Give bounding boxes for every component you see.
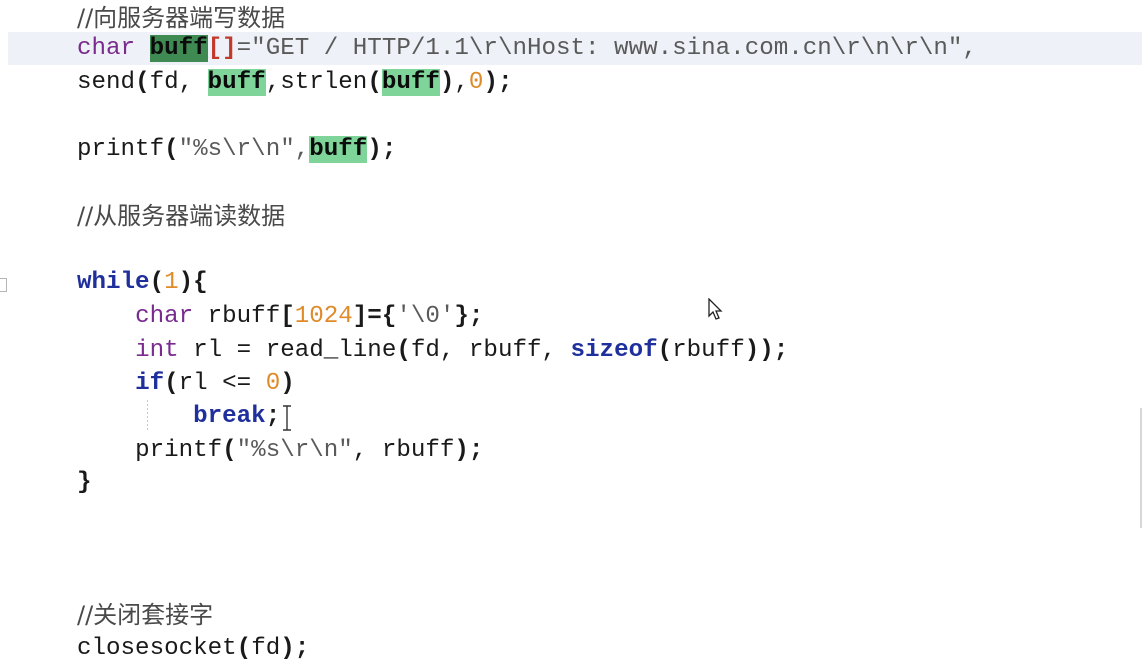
code-comment: //从服务器端读数据 [77, 202, 286, 230]
code-token: ( [236, 635, 252, 662]
code-comment: //关闭套接字 [77, 601, 214, 629]
code-token: '\0' [396, 303, 455, 330]
code-token: ="GET / HTTP/1.1\r\nHost: www.sina.com.c… [236, 35, 977, 62]
code-token: buff [149, 35, 208, 62]
code-token: , [454, 69, 469, 96]
code-token: ) [439, 69, 455, 96]
code-token: fd, rbuff, [410, 337, 571, 364]
code-token: ( [164, 136, 179, 163]
code-line[interactable]: //从服务器端读数据 [77, 199, 285, 233]
code-token: fd, [149, 69, 208, 96]
code-token: rl <= [178, 370, 266, 397]
code-line[interactable]: //关闭套接字 [77, 598, 213, 632]
code-line[interactable]: } [77, 466, 92, 500]
code-token: buff [309, 136, 368, 163]
code-token: )); [744, 337, 789, 364]
code-token: ); [367, 136, 397, 163]
mouse-pointer-icon [708, 298, 723, 320]
code-token: sizeof [570, 337, 658, 364]
code-token: ( [222, 437, 237, 464]
code-token: if [135, 370, 165, 397]
code-token: rbuff [193, 303, 281, 330]
code-token: ]={ [352, 303, 397, 330]
code-token: fd [251, 635, 281, 662]
code-token: [] [207, 35, 237, 62]
code-token: buff [381, 69, 440, 96]
code-token: closesocket [77, 635, 237, 662]
code-line[interactable]: while(1){ [77, 266, 208, 300]
code-token: 1 [164, 269, 179, 296]
code-token: "%s\r\n" [236, 437, 353, 464]
code-token: ); [483, 69, 513, 96]
code-line[interactable]: send(fd, buff,strlen(buff),0); [77, 66, 512, 100]
code-token: ( [149, 269, 165, 296]
code-token: ; [265, 403, 281, 430]
code-token: 0 [468, 69, 484, 96]
code-token: char [135, 303, 194, 330]
code-token: rl = read_line [178, 337, 397, 364]
code-editor[interactable]: //向服务器端写数据 char buff[]="GET / HTTP/1.1\r\… [0, 0, 1142, 665]
code-comment: //向服务器端写数据 [77, 4, 286, 32]
code-token: char [77, 35, 136, 62]
code-token: ); [454, 437, 484, 464]
code-line[interactable]: char buff[]="GET / HTTP/1.1\r\nHost: www… [77, 32, 977, 66]
code-token: , rbuff [352, 437, 455, 464]
code-token: ,strlen [265, 69, 368, 96]
code-token: ) [280, 370, 295, 397]
code-token: while [77, 269, 150, 296]
code-line[interactable]: printf("%s\r\n",buff); [77, 133, 396, 167]
code-token: ( [367, 69, 382, 96]
code-token: printf [77, 136, 165, 163]
code-token: } [77, 469, 92, 496]
code-line[interactable]: //向服务器端写数据 [77, 1, 285, 35]
code-token: int [135, 337, 179, 364]
code-token: }; [454, 303, 484, 330]
code-token: break [193, 403, 266, 430]
code-token: buff [207, 69, 266, 96]
code-token: "%s\r\n", [178, 136, 310, 163]
code-token: 1024 [294, 303, 353, 330]
code-token: 0 [265, 370, 281, 397]
code-token: rbuff [672, 337, 745, 364]
code-token: send [77, 69, 136, 96]
code-line[interactable]: printf("%s\r\n", rbuff); [77, 434, 483, 468]
code-token: ); [280, 635, 310, 662]
code-line[interactable]: break; [77, 400, 280, 434]
code-token: ( [657, 337, 673, 364]
code-token: ( [396, 337, 411, 364]
code-token: ( [135, 69, 150, 96]
code-token: ){ [178, 269, 208, 296]
code-line[interactable]: closesocket(fd); [77, 632, 309, 665]
fold-marker-icon[interactable] [0, 278, 7, 292]
code-line[interactable]: int rl = read_line(fd, rbuff, sizeof(rbu… [77, 334, 788, 368]
code-line[interactable]: if(rl <= 0) [77, 367, 295, 401]
code-token: printf [135, 437, 223, 464]
text-cursor-icon [283, 405, 291, 431]
code-line[interactable]: char rbuff[1024]={'\0'}; [77, 300, 483, 334]
code-token: [ [280, 303, 295, 330]
code-token: ( [164, 370, 179, 397]
